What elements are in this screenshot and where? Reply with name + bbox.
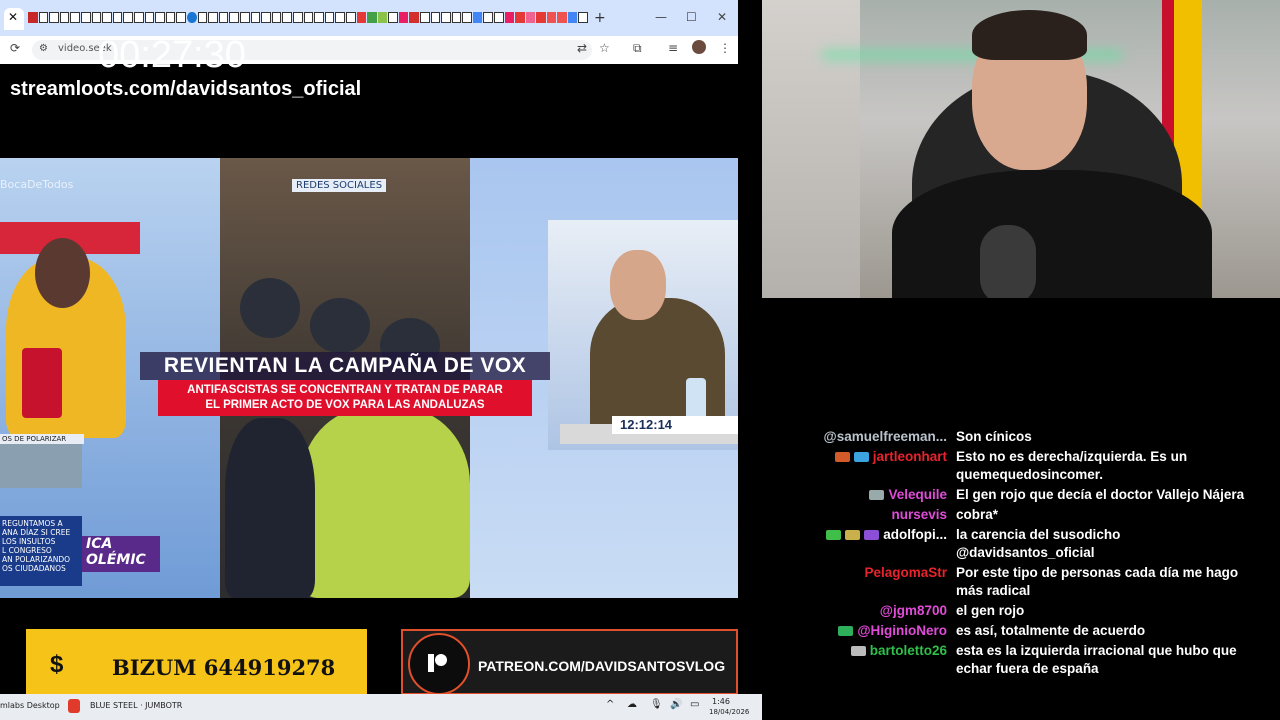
chat-text: el gen rojo: [956, 603, 1025, 618]
chat-username[interactable]: bartoletto26: [870, 643, 947, 658]
subheadline-line-2: EL PRIMER ACTO DE VOX PARA LAS ANDALUZAS: [205, 399, 485, 411]
chat-message: nursevis cobra*: [780, 506, 1270, 524]
inset-camera: [0, 444, 82, 488]
translate-icon[interactable]: ⇄: [577, 41, 587, 55]
chat-text: Son cínicos: [956, 429, 1032, 444]
guest-head: [610, 250, 666, 320]
patreon-logo-dot: [435, 654, 447, 666]
chat-username[interactable]: @samuelfreeman...: [824, 429, 947, 444]
bizum-text: BIZUM 644919278: [112, 655, 336, 680]
chat-badge-icon: [834, 452, 850, 463]
redes-sociales-label: REDES SOCIALES: [292, 179, 387, 192]
chat-text: cobra*: [956, 507, 999, 522]
question-ticker: REGUNTAMOS A ANA DÍAZ SI CREE LOS INSULT…: [0, 516, 82, 586]
chat-username[interactable]: adolfopi...: [883, 527, 947, 542]
chat-panel: @samuelfreeman... Son cínicos jartleonhart…: [780, 428, 1270, 680]
chat-meta: @jgm8700: [780, 602, 956, 620]
chat-text: El gen rojo que decía el doctor Vallejo …: [956, 487, 1245, 502]
subheadline-line-1: ANTIFASCISTAS SE CONCENTRAN Y TRATAN DE …: [187, 384, 503, 396]
cloud-icon[interactable]: ☁: [627, 699, 637, 710]
chat-message: @jgm8700 el gen rojo: [780, 602, 1270, 620]
chat-badge-icon: [869, 490, 885, 501]
news-headline: REVIENTAN LA CAMPAÑA DE VOX: [163, 354, 527, 377]
microphone: [980, 225, 1036, 298]
menu-kebab-icon[interactable]: ⋮: [719, 41, 731, 55]
chat-username[interactable]: @jgm8700: [880, 603, 947, 618]
chat-meta: @HiginioNero: [780, 622, 956, 640]
chat-username[interactable]: @HiginioNero: [857, 623, 947, 638]
chat-message: PelagomaStr Por este tipo de personas cad…: [780, 564, 1270, 600]
chat-meta: jartleonhart: [780, 448, 956, 484]
tab-favicons: [28, 12, 588, 24]
streamer-hair: [972, 10, 1087, 60]
chat-badge-icon: [838, 626, 854, 637]
police-head: [240, 278, 300, 338]
chat-text: Por este tipo de personas cada día me ha…: [956, 565, 1239, 598]
tab-close-icon[interactable]: ✕: [8, 10, 18, 24]
stream-timer: 00:27:30: [98, 34, 246, 76]
maximize-button[interactable]: ☐: [686, 10, 697, 24]
police-head: [310, 298, 370, 353]
streamer-torso: [892, 170, 1212, 298]
chat-badge-icon: [826, 530, 842, 541]
speaker-icon[interactable]: 🔊: [670, 699, 682, 710]
chat-meta: PelagomaStr: [780, 564, 956, 600]
chat-badge-icon: [864, 530, 880, 541]
chat-meta: nursevis: [780, 506, 956, 524]
hashtag-label: BocaDeTodos: [0, 178, 74, 191]
ticker-caption: ICA OLÉMIC: [82, 536, 160, 572]
chat-meta: Velequile: [780, 486, 956, 504]
patreon-text: PATREON.COM/DAVIDSANTOSVLOG: [478, 658, 726, 674]
segment-label: OS DE POLARIZAR: [0, 434, 84, 444]
microphone-icon[interactable]: 🎙: [650, 699, 663, 710]
window-close-button[interactable]: ✕: [717, 10, 727, 24]
dollar-icon: $: [50, 651, 64, 678]
tray-chevron-icon[interactable]: ^: [606, 699, 614, 710]
chat-text: esta es la izquierda irracional que hubo…: [956, 643, 1237, 676]
bookmark-star-icon[interactable]: ☆: [599, 41, 610, 55]
chat-message: Velequile El gen rojo que decía el doctor…: [780, 486, 1270, 504]
taskbar-date[interactable]: 18/04/2026: [709, 708, 749, 716]
patreon-logo-bar: [428, 654, 434, 672]
chat-username[interactable]: Velequile: [888, 487, 947, 502]
chat-username[interactable]: PelagomaStr: [864, 565, 947, 580]
profile-avatar[interactable]: [692, 40, 706, 54]
brave-icon[interactable]: [68, 699, 80, 713]
extensions-icon[interactable]: ⧉: [633, 41, 642, 56]
chat-message: bartoletto26 esta es la izquierda irracio…: [780, 642, 1270, 678]
chat-badge-icon: [853, 452, 869, 463]
new-tab-button[interactable]: +: [594, 10, 606, 26]
chat-username[interactable]: nursevis: [891, 507, 947, 522]
chat-text: es así, totalmente de acuerdo: [956, 623, 1146, 638]
chat-message: @HiginioNero es así, totalmente de acuerd…: [780, 622, 1270, 640]
police-body: [225, 418, 315, 598]
chat-badge-icon: [850, 646, 866, 657]
chat-username[interactable]: jartleonhart: [873, 449, 947, 464]
chat-message: adolfopi... la carencia del susodicho @da…: [780, 526, 1270, 562]
chat-meta: @samuelfreeman...: [780, 428, 956, 446]
reload-icon[interactable]: ⟳: [10, 41, 20, 55]
webcam-feed: [762, 0, 1280, 298]
chat-message: @samuelfreeman... Son cínicos: [780, 428, 1270, 446]
broadcast-clock: 12:12:14: [620, 417, 673, 432]
presenter-shirt: [22, 348, 62, 418]
taskbar-clock[interactable]: 1:46: [712, 697, 730, 706]
chat-badge-icon: [845, 530, 861, 541]
chat-message: jartleonhart Esto no es derecha/izquierda…: [780, 448, 1270, 484]
display-shelf: [762, 0, 860, 298]
presenter-head: [35, 238, 90, 308]
chat-meta: adolfopi...: [780, 526, 956, 562]
chat-text: Esto no es derecha/izquierda. Es un quem…: [956, 449, 1188, 482]
taskbar-item-streamlabs[interactable]: mlabs Desktop: [0, 701, 60, 710]
streamloots-link: streamloots.com/davidsantos_oficial: [10, 78, 362, 100]
tab-search-icon[interactable]: ≡: [668, 41, 678, 55]
protester-vest: [300, 408, 470, 598]
chat-meta: bartoletto26: [780, 642, 956, 678]
battery-icon[interactable]: ▭: [690, 699, 699, 710]
chat-text: la carencia del susodicho @davidsantos_o…: [956, 527, 1121, 560]
minimize-button[interactable]: —: [655, 10, 667, 24]
taskbar-item-browser[interactable]: BLUE STEEL · JUMBOTR: [90, 701, 182, 710]
site-info-icon[interactable]: ⚙: [39, 43, 48, 54]
